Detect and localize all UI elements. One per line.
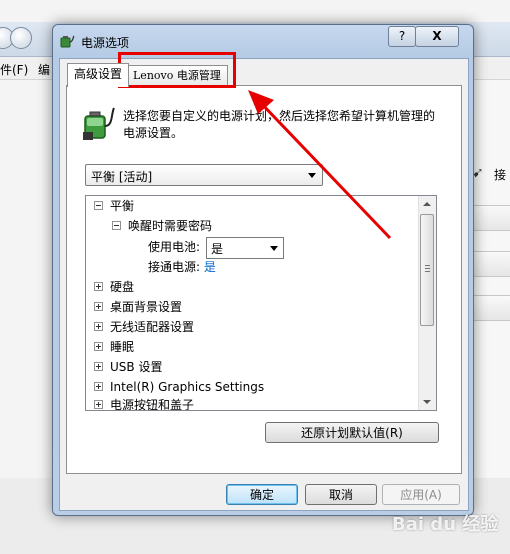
tab-advanced-settings[interactable]: 高级设置 — [67, 63, 130, 87]
watermark: Bai du 经验 — [392, 514, 499, 535]
